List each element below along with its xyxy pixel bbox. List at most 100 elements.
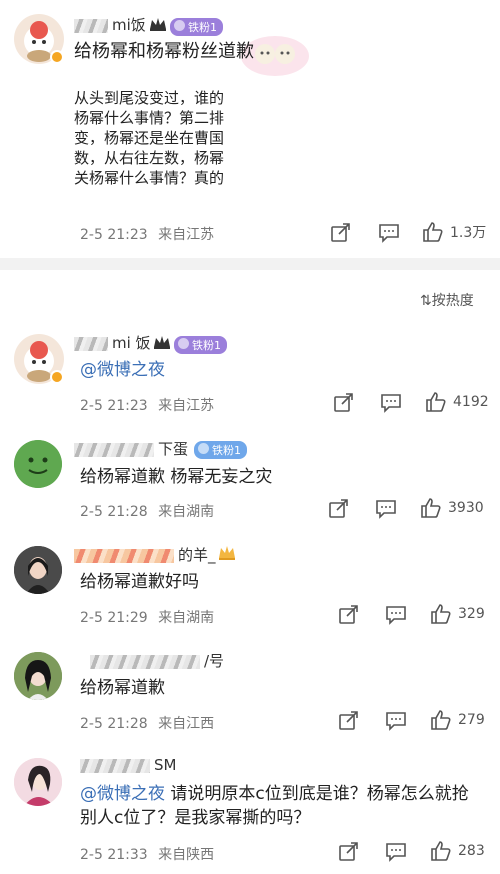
share-icon: [328, 499, 350, 519]
thumbs-up-icon: [430, 841, 452, 861]
article-line: 关杨幂什么事情？真的: [74, 169, 225, 186]
like-count: 1.3万: [450, 225, 487, 241]
commenter-avatar[interactable]: [14, 440, 62, 488]
thumbs-up-icon: [430, 604, 452, 624]
comment-text: @微博之夜 请说明原本c位到底是谁？杨幂怎么就抢别人c位了？是我家幂撕的吗？: [80, 784, 469, 828]
comment-text: 给杨幂道歉好吗: [80, 572, 199, 592]
fan-badge: 铁粉1: [174, 336, 227, 354]
comment-icon: [375, 499, 397, 519]
like-count: 279: [458, 712, 485, 728]
post-article-excerpt[interactable]: 从头到尾没变过，谁的 杨幂什么事情？第二排 变，杨幂还是坐在曹国 数，从右往左数…: [74, 88, 240, 186]
reply-button[interactable]: [385, 842, 407, 862]
comment-meta: 2-5 21:23 来自江苏: [80, 395, 214, 415]
blurred-name-prefix: [80, 758, 150, 773]
comment-text: 给杨幂道歉: [80, 678, 165, 698]
comment-meta: 2-5 21:28 来自江西: [80, 713, 214, 733]
like-count: 329: [458, 606, 485, 622]
comment-icon: [385, 711, 407, 731]
fan-badge: 铁粉1: [170, 18, 223, 36]
share-button[interactable]: [330, 223, 352, 243]
comment-source: 来自江西: [158, 716, 215, 732]
article-line: 杨幂什么事情？第二排: [74, 109, 225, 127]
reply-button[interactable]: [385, 605, 407, 625]
thumbs-up-icon: [422, 222, 444, 242]
badge-icon: [198, 443, 209, 454]
thumbs-up-icon: [430, 710, 452, 730]
like-count: 283: [458, 843, 485, 859]
like-button[interactable]: 329: [430, 604, 485, 624]
sort-icon: ⇅: [420, 293, 432, 309]
verified-icon: [50, 50, 64, 64]
comment-text: @微博之夜: [80, 358, 165, 382]
post-title: 给杨幂和杨幂粉丝道歉: [74, 41, 254, 62]
blurred-name-prefix: [74, 442, 154, 457]
comment-source: 来自陕西: [158, 847, 215, 863]
crown-icon: [148, 16, 168, 32]
commenter-name[interactable]: /号: [90, 650, 224, 671]
commenter-name[interactable]: mi 饭: [74, 332, 151, 353]
share-button[interactable]: [333, 393, 355, 413]
blurred-name-prefix: [74, 18, 108, 33]
share-icon: [333, 393, 355, 413]
comment-icon: [378, 223, 400, 243]
like-count: 3930: [448, 500, 484, 516]
thumbs-up-icon: [420, 498, 442, 518]
like-button[interactable]: 279: [430, 710, 485, 730]
like-button[interactable]: 3930: [420, 498, 484, 518]
comment-source: 来自湖南: [158, 610, 215, 626]
like-button[interactable]: 4192: [425, 392, 489, 412]
comment-time: 2-5 21:29: [80, 610, 148, 626]
article-line: 数，从右往左数，杨幂: [74, 149, 225, 167]
comment-meta: 2-5 21:28 来自湖南: [80, 501, 214, 521]
comment-time: 2-5 21:33: [80, 847, 148, 863]
comment-meta: 2-5 21:29 来自湖南: [80, 607, 214, 627]
sort-by-hot-button[interactable]: ⇅按热度: [420, 290, 474, 310]
blurred-name-prefix: [74, 336, 108, 351]
comment-time: 2-5 21:23: [80, 398, 148, 414]
crown-badge-icon: [218, 545, 236, 561]
comment-source: 来自湖南: [158, 504, 215, 520]
comment-button[interactable]: [378, 223, 400, 243]
comment-icon: [380, 393, 402, 413]
share-icon: [338, 842, 360, 862]
badge-icon: [174, 20, 185, 31]
reply-button[interactable]: [385, 711, 407, 731]
reply-button[interactable]: [375, 499, 397, 519]
post-meta: 2-5 21:23 来自江苏: [80, 224, 214, 244]
blurred-name-prefix: [74, 548, 174, 563]
thumbs-up-icon: [425, 392, 447, 412]
comment-time: 2-5 21:28: [80, 716, 148, 732]
commenter-name[interactable]: SM: [80, 756, 176, 774]
comment-source: 来自江苏: [158, 398, 215, 414]
share-icon: [338, 605, 360, 625]
commenter-name[interactable]: 的羊_: [74, 544, 216, 565]
share-button[interactable]: [338, 605, 360, 625]
section-divider: [0, 258, 500, 270]
share-icon: [338, 711, 360, 731]
commenter-name[interactable]: 下蛋: [74, 438, 188, 459]
commenter-avatar[interactable]: [14, 652, 62, 700]
mention-link[interactable]: @微博之夜: [80, 784, 165, 804]
mention-link[interactable]: @微博之夜: [80, 360, 165, 380]
share-button[interactable]: [338, 711, 360, 731]
like-button[interactable]: 283: [430, 841, 485, 861]
blurred-name-prefix: [90, 654, 200, 669]
comment-icon: [385, 842, 407, 862]
article-line: 变，杨幂还是坐在曹国: [74, 129, 225, 147]
post-time: 2-5 21:23: [80, 227, 148, 243]
like-button[interactable]: 1.3万: [422, 222, 486, 242]
comment-text: 给杨幂道歉 杨幂无妄之灾: [80, 467, 273, 487]
share-button[interactable]: [338, 842, 360, 862]
badge-icon: [178, 338, 189, 349]
post-source: 来自江苏: [158, 227, 215, 243]
commenter-avatar[interactable]: [14, 758, 62, 806]
share-button[interactable]: [328, 499, 350, 519]
crown-icon: [152, 334, 172, 350]
comment-icon: [385, 605, 407, 625]
reply-button[interactable]: [380, 393, 402, 413]
post-author-name[interactable]: mi饭: [74, 14, 146, 35]
comment-meta: 2-5 21:33 来自陕西: [80, 844, 214, 864]
comment-time: 2-5 21:28: [80, 504, 148, 520]
share-icon: [330, 223, 352, 243]
commenter-avatar[interactable]: [14, 546, 62, 594]
